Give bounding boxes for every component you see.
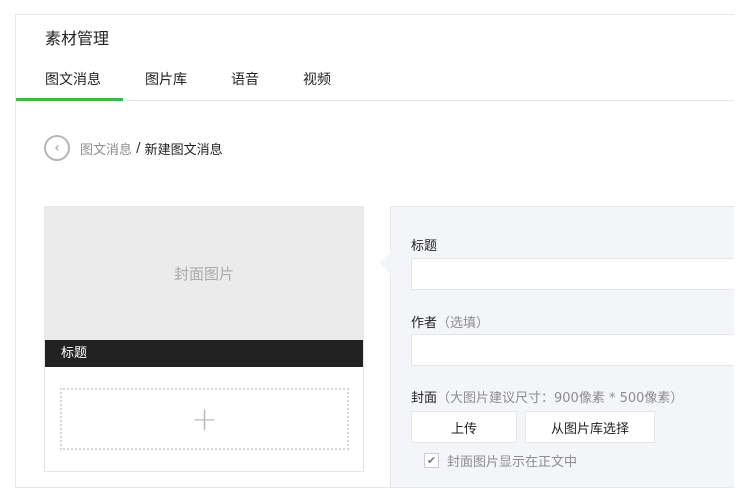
show-cover-label: 封面图片显示在正文中: [447, 455, 578, 470]
author-input[interactable]: [411, 334, 734, 366]
upload-button[interactable]: 上传: [411, 411, 517, 443]
author-label-text: 作者: [411, 316, 438, 331]
back-arrow-icon[interactable]: ‹: [44, 135, 70, 161]
edit-panel: 标题 作者（选填） 封面（大图片建议尺寸：900像素 * 500像素） 上传 从…: [380, 206, 734, 487]
select-from-library-button[interactable]: 从图片库选择: [525, 411, 655, 443]
breadcrumb-separator: /: [132, 140, 145, 156]
author-label: 作者（选填）: [411, 312, 489, 331]
material-management-frame: 素材管理 图文消息 图片库 语音 视频 ‹ 图文消息 / 新建图文消息 封面图片…: [15, 14, 734, 488]
article-preview-card: 封面图片 标题 +: [44, 206, 364, 472]
breadcrumb: ‹ 图文消息 / 新建图文消息: [44, 135, 223, 161]
add-article-button[interactable]: +: [60, 388, 349, 450]
tab-bar: 图文消息 图片库 语音 视频: [16, 67, 734, 101]
plus-icon: +: [191, 400, 218, 438]
breadcrumb-parent[interactable]: 图文消息: [80, 139, 132, 158]
tab-video[interactable]: 视频: [303, 69, 331, 89]
panel-pointer: [380, 251, 391, 275]
cover-image-placeholder[interactable]: 封面图片: [45, 207, 363, 340]
preview-title: 标题: [45, 340, 363, 367]
tab-voice[interactable]: 语音: [231, 69, 259, 89]
title-input[interactable]: [411, 258, 734, 290]
author-hint: （选填）: [437, 316, 490, 331]
page-title: 素材管理: [45, 29, 110, 48]
show-cover-checkbox-row[interactable]: ✔ 封面图片显示在正文中: [424, 451, 577, 470]
cover-label: 封面（大图片建议尺寸：900像素 * 500像素）: [411, 387, 683, 406]
tab-images[interactable]: 图片库: [145, 69, 187, 89]
breadcrumb-current: 新建图文消息: [144, 142, 223, 158]
tab-news[interactable]: 图文消息: [16, 69, 123, 101]
title-label: 标题: [411, 239, 438, 254]
cover-label-text: 封面: [411, 391, 438, 406]
cover-hint: （大图片建议尺寸：900像素 * 500像素）: [437, 391, 684, 406]
checkmark-icon[interactable]: ✔: [424, 453, 439, 468]
